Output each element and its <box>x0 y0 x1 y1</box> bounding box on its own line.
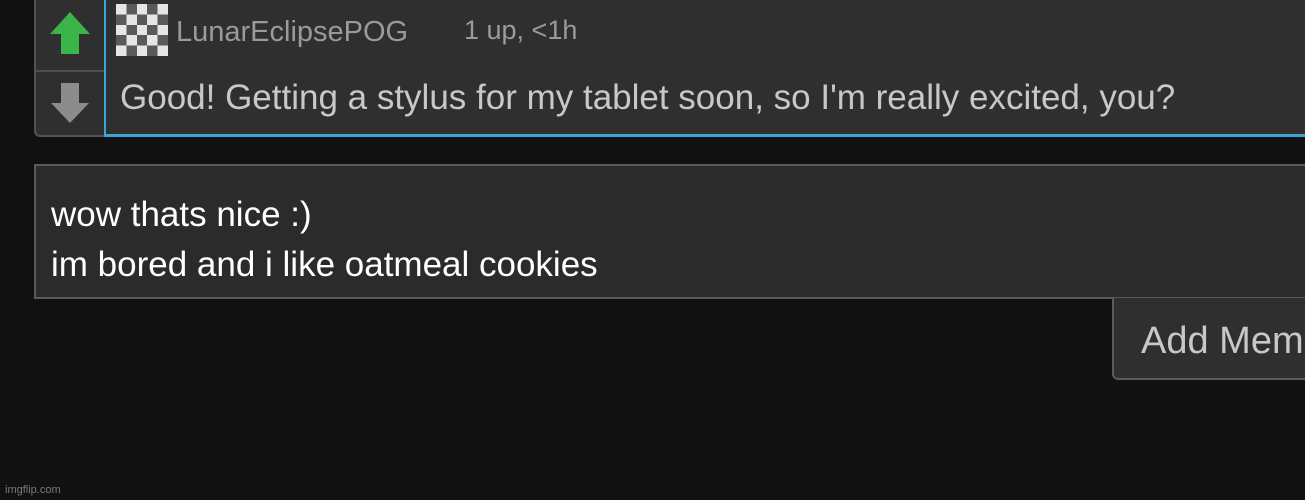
arrow-up-icon <box>50 12 90 54</box>
comment-username[interactable]: LunarEclipsePOG <box>176 16 408 49</box>
checkered-avatar-icon[interactable] <box>116 4 168 56</box>
comment-meta: 1 up, <1h <box>464 15 578 45</box>
arrow-down-icon <box>51 82 89 123</box>
page: LunarEclipsePOG 1 up, <1h Good! Getting … <box>0 0 1305 500</box>
reply-textarea[interactable]: wow thats nice :) im bored and i like oa… <box>34 164 1305 299</box>
comment-text: Good! Getting a stylus for my tablet soo… <box>120 78 1176 117</box>
comment: LunarEclipsePOG 1 up, <1h Good! Getting … <box>104 0 1305 137</box>
downvote-button[interactable] <box>36 72 104 133</box>
vote-column <box>34 0 104 137</box>
watermark: imgflip.com <box>5 484 61 496</box>
add-meme-button[interactable]: Add Meme <box>1112 298 1305 380</box>
upvote-button[interactable] <box>36 0 104 72</box>
